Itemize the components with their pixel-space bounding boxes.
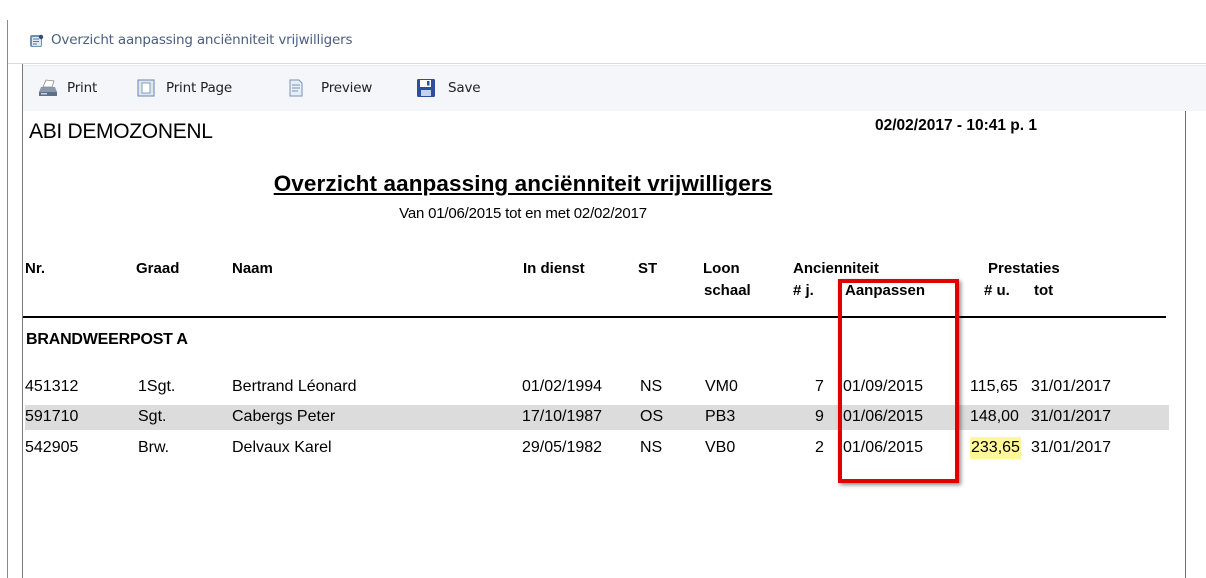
cell-st: NS — [640, 378, 663, 395]
header-st: ST — [638, 260, 658, 277]
cell-uren-highlighted: 233,65 — [970, 437, 1021, 459]
cell-tot: 31/01/2017 — [1031, 378, 1112, 395]
cell-schaal: PB3 — [705, 408, 736, 425]
cell-tot: 31/01/2017 — [1031, 408, 1112, 425]
cell-graad: 1Sgt. — [138, 378, 176, 395]
cell-graad: Sgt. — [138, 408, 167, 425]
cell-schaal: VM0 — [705, 378, 738, 395]
window-title: Overzicht aanpassing anciënniteit vrijwi… — [51, 32, 353, 48]
header-prestaties: Prestaties — [988, 260, 1060, 277]
header-jaren: # j. — [793, 282, 814, 299]
cell-jaren: 7 — [815, 378, 824, 395]
print-page-button[interactable]: Print Page — [137, 77, 232, 99]
cell-tot: 31/01/2017 — [1031, 439, 1112, 456]
preview-icon — [289, 79, 303, 97]
report-page: ABI DEMOZONENL 02/02/2017 - 10:41 p. 1 O… — [23, 111, 1206, 578]
cell-uren: 115,65 — [970, 378, 1018, 395]
section-heading: BRANDWEERPOST A — [26, 331, 188, 348]
print-page-label: Print Page — [166, 80, 233, 96]
header-uren: # u. — [984, 282, 1010, 299]
header-naam: Naam — [232, 260, 273, 277]
print-page-icon — [137, 79, 155, 97]
cell-jaren: 9 — [815, 408, 824, 425]
toolbar: Print Print Page Preview Save — [23, 65, 1206, 112]
organisation-name: ABI DEMOZONENL — [29, 120, 213, 143]
header-divider — [23, 316, 1166, 318]
cell-naam: Cabergs Peter — [232, 408, 336, 425]
report-timestamp: 02/02/2017 - 10:41 p. 1 — [875, 117, 1038, 134]
cell-graad: Brw. — [138, 439, 170, 456]
print-label: Print — [67, 80, 98, 96]
header-graad: Graad — [136, 260, 180, 277]
aanpassen-highlight-box — [838, 279, 959, 483]
cell-nr: 451312 — [25, 378, 79, 395]
print-button[interactable]: Print — [37, 77, 97, 99]
table-row[interactable]: 451312 1Sgt. Bertrand Léonard 01/02/1994… — [25, 375, 1169, 400]
report-period: Van 01/06/2015 tot en met 02/02/2017 — [399, 205, 647, 222]
cell-in-dienst: 29/05/1982 — [522, 439, 603, 456]
table-row[interactable]: 591710 Sgt. Cabergs Peter 17/10/1987 OS … — [25, 405, 1169, 430]
cell-st: OS — [640, 408, 664, 425]
preview-button[interactable]: Preview — [288, 77, 372, 99]
header-in-dienst: In dienst — [523, 260, 585, 277]
cell-naam: Delvaux Karel — [232, 439, 332, 456]
cell-naam: Bertrand Léonard — [232, 378, 357, 395]
cell-st: NS — [640, 439, 663, 456]
cell-uren: 148,00 — [970, 408, 1019, 425]
header-schaal: schaal — [704, 282, 751, 299]
cell-nr: 542905 — [25, 439, 79, 456]
header-ancienniteit: Ancienniteit — [793, 260, 879, 277]
window-titlebar: Overzicht aanpassing anciënniteit vrijwi… — [8, 20, 1206, 64]
report-window-icon — [30, 34, 44, 47]
cell-jaren: 2 — [815, 439, 824, 456]
save-label: Save — [448, 80, 481, 96]
table-row[interactable]: 542905 Brw. Delvaux Karel 29/05/1982 NS … — [25, 436, 1169, 461]
floppy-disk-icon — [417, 79, 435, 97]
cell-in-dienst: 17/10/1987 — [522, 408, 603, 425]
cell-in-dienst: 01/02/1994 — [522, 378, 603, 395]
cell-schaal: VB0 — [705, 439, 736, 456]
scroll-gutter — [1186, 111, 1206, 578]
header-nr: Nr. — [25, 260, 46, 277]
printer-icon — [39, 79, 57, 96]
header-tot: tot — [1034, 282, 1054, 299]
preview-label: Preview — [321, 80, 373, 96]
report-title: Overzicht aanpassing anciënniteit vrijwi… — [273, 171, 773, 196]
header-loon: Loon — [703, 260, 740, 277]
cell-nr: 591710 — [25, 408, 79, 425]
save-button[interactable]: Save — [416, 77, 481, 99]
